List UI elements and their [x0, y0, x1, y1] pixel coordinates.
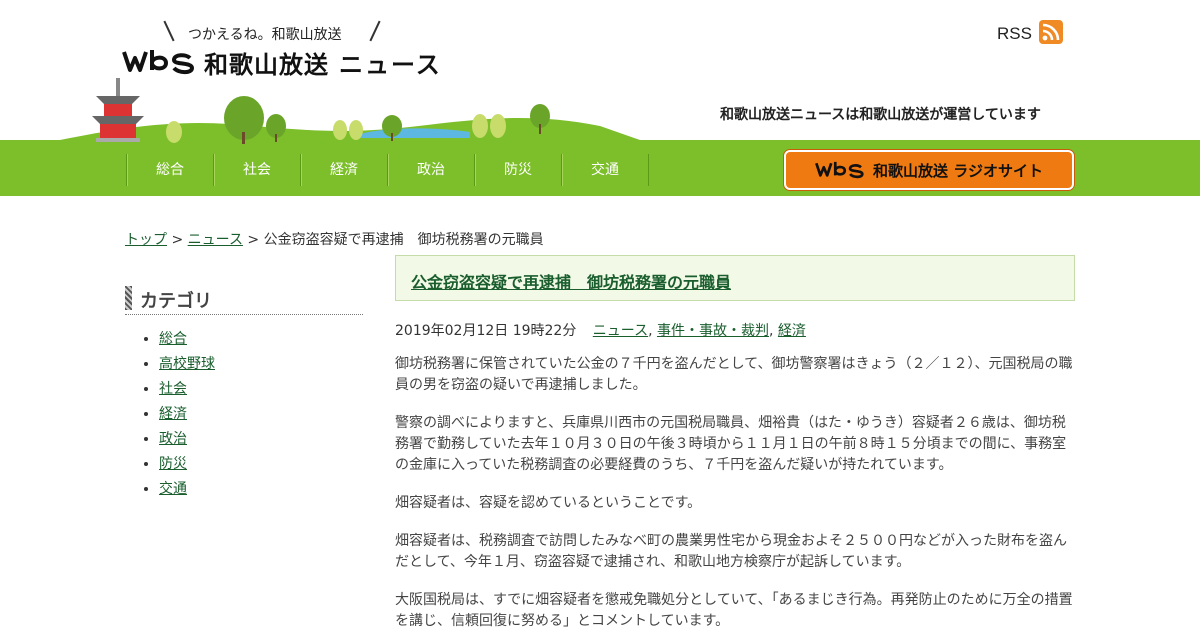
site-header: つかえるね。和歌山放送 和歌山放送 ニュース RSS 和歌山放送ニュースは和歌山…	[0, 0, 1200, 196]
breadcrumb: トップ > ニュース > 公金窃盗容疑で再逮捕 御坊税務署の元職員	[125, 229, 544, 249]
category-item: 政治	[159, 427, 363, 452]
nav-item-shakai[interactable]: 社会	[213, 154, 300, 186]
logo-title: 和歌山放送	[204, 50, 329, 79]
article-paragraph: 警察の調べによりますと、兵庫県川西市の元国税局職員、畑裕貴（はた・ゆうき）容疑者…	[395, 415, 1067, 473]
breadcrumb-top-link[interactable]: トップ	[125, 232, 167, 248]
nav-item-seiji[interactable]: 政治	[387, 154, 474, 186]
category-link-koukouyakyu[interactable]: 高校野球	[159, 356, 215, 372]
rss-link[interactable]: RSS	[997, 24, 1032, 44]
article: 公金窃盗容疑で再逮捕 御坊税務署の元職員 2019年02月12日 19時22分 …	[395, 255, 1075, 632]
category-link-sogo[interactable]: 総合	[159, 331, 187, 347]
category-heading: カテゴリ	[125, 284, 363, 315]
operated-by-text: 和歌山放送ニュースは和歌山放送が運営しています	[720, 107, 1041, 123]
radio-site-button[interactable]: 和歌山放送 ラジオサイト	[784, 150, 1074, 190]
category-item: 総合	[159, 327, 363, 352]
category-item: 社会	[159, 377, 363, 402]
article-paragraph: 御坊税務署に保管されていた公金の７千円を盗んだとして、御坊警察署はきょう（２／１…	[395, 356, 1073, 393]
article-meta: 2019年02月12日 19時22分 ニュース, 事件・事故・裁判, 経済	[395, 323, 806, 339]
category-list: 総合 高校野球 社会 経済 政治 防災 交通	[125, 327, 363, 502]
article-category-link[interactable]: 経済	[778, 323, 806, 339]
breadcrumb-separator: >	[242, 232, 264, 248]
category-item: 交通	[159, 477, 363, 502]
category-link-keizai[interactable]: 経済	[159, 406, 187, 422]
category-item: 高校野球	[159, 352, 363, 377]
rss-icon[interactable]	[1039, 20, 1063, 44]
tagline: つかえるね。和歌山放送	[188, 27, 342, 43]
article-date: 2019年02月12日 19時22分	[395, 323, 577, 339]
breadcrumb-separator: >	[167, 232, 188, 248]
breadcrumb-current: 公金窃盗容疑で再逮捕 御坊税務署の元職員	[263, 232, 544, 248]
category-heading-bar	[125, 286, 132, 310]
article-category-link[interactable]: ニュース	[593, 323, 648, 339]
nav-item-keizai[interactable]: 経済	[300, 154, 387, 186]
category-link-shakai[interactable]: 社会	[159, 381, 187, 397]
category-link-seiji[interactable]: 政治	[159, 431, 187, 447]
article-title-link[interactable]: 公金窃盗容疑で再逮捕 御坊税務署の元職員	[396, 256, 1074, 293]
nav-item-bousai[interactable]: 防災	[474, 154, 561, 186]
category-item: 防災	[159, 452, 363, 477]
category-link-bousai[interactable]: 防災	[159, 456, 187, 472]
main-nav: 総合 社会 経済 政治 防災 交通	[126, 154, 649, 186]
category-item: 経済	[159, 402, 363, 427]
radio-site-label: 和歌山放送 ラジオサイト	[873, 161, 1043, 180]
article-paragraph: 畑容疑者は、税務調査で訪問したみなべ町の農業男性宅から現金およそ２５００円などが…	[395, 533, 1067, 570]
site-logo[interactable]: 和歌山放送 ニュース	[122, 46, 442, 79]
article-title-box: 公金窃盗容疑で再逮捕 御坊税務署の元職員	[395, 255, 1075, 301]
sidebar: カテゴリ 総合 高校野球 社会 経済 政治 防災 交通	[125, 284, 363, 502]
wbs-logo-icon	[122, 50, 195, 75]
article-paragraph: 畑容疑者は、容疑を認めているということです。	[395, 495, 702, 511]
article-paragraph: 大阪国税局は、すでに畑容疑者を懲戒免職処分としていて、「あるまじき行為。再発防止…	[395, 592, 1073, 629]
article-body: 御坊税務署に保管されていた公金の７千円を盗んだとして、御坊警察署はきょう（２／１…	[395, 354, 1075, 632]
category-title: カテゴリ	[140, 291, 212, 312]
article-category-link[interactable]: 事件・事故・裁判	[657, 323, 769, 339]
nav-item-koutsu[interactable]: 交通	[561, 154, 649, 186]
breadcrumb-news-link[interactable]: ニュース	[188, 232, 243, 248]
nav-item-sogo[interactable]: 総合	[126, 154, 213, 186]
logo-news: ニュース	[339, 50, 442, 79]
wbs-logo-icon	[815, 161, 864, 179]
category-link-koutsu[interactable]: 交通	[159, 481, 187, 497]
